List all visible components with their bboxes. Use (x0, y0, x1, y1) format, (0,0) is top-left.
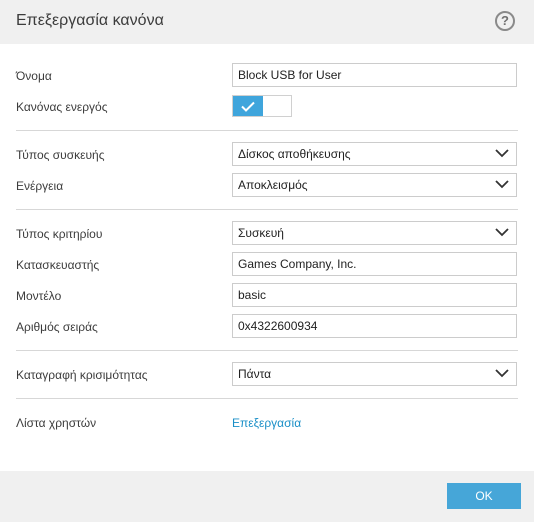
criteria-type-label: Τύπος κριτηρίου (16, 227, 103, 241)
chevron-down-icon (495, 228, 509, 237)
name-input[interactable]: Block USB for User (232, 63, 517, 87)
log-severity-value: Πάντα (238, 367, 272, 381)
action-value: Αποκλεισμός (238, 178, 308, 192)
chevron-down-icon (495, 149, 509, 158)
criteria-type-value: Συσκευή (238, 226, 284, 240)
divider (16, 350, 518, 351)
user-list-label: Λίστα χρηστών (16, 416, 97, 430)
dialog-header: Επεξεργασία κανόνα ? (0, 0, 534, 44)
ok-button[interactable]: OK (447, 483, 521, 509)
dialog-title: Επεξεργασία κανόνα (16, 12, 164, 29)
user-list-edit-link[interactable]: Επεξεργασία (232, 416, 301, 430)
device-type-select[interactable]: Δίσκος αποθήκευσης (232, 142, 517, 166)
log-severity-select[interactable]: Πάντα (232, 362, 517, 386)
toggle-on-state (233, 96, 263, 116)
divider (16, 209, 518, 210)
vendor-label: Κατασκευαστής (16, 258, 100, 272)
serial-label: Αριθμός σειράς (16, 320, 98, 334)
divider (16, 398, 518, 399)
model-input[interactable]: basic (232, 283, 517, 307)
chevron-down-icon (495, 180, 509, 189)
serial-input[interactable]: 0x4322600934 (232, 314, 517, 338)
divider (16, 130, 518, 131)
model-label: Μοντέλο (16, 289, 62, 303)
device-type-value: Δίσκος αποθήκευσης (238, 147, 351, 161)
vendor-input[interactable]: Games Company, Inc. (232, 252, 517, 276)
criteria-type-select[interactable]: Συσκευή (232, 221, 517, 245)
checkmark-icon (241, 101, 255, 112)
help-icon[interactable]: ? (495, 11, 515, 31)
action-label: Ενέργεια (16, 179, 64, 193)
chevron-down-icon (495, 369, 509, 378)
rule-enabled-label: Κανόνας ενεργός (16, 100, 108, 114)
name-label: Όνομα (16, 69, 52, 83)
log-severity-label: Καταγραφή κρισιμότητας (16, 368, 148, 382)
action-select[interactable]: Αποκλεισμός (232, 173, 517, 197)
rule-enabled-toggle[interactable] (232, 95, 292, 117)
device-type-label: Τύπος συσκευής (16, 148, 105, 162)
